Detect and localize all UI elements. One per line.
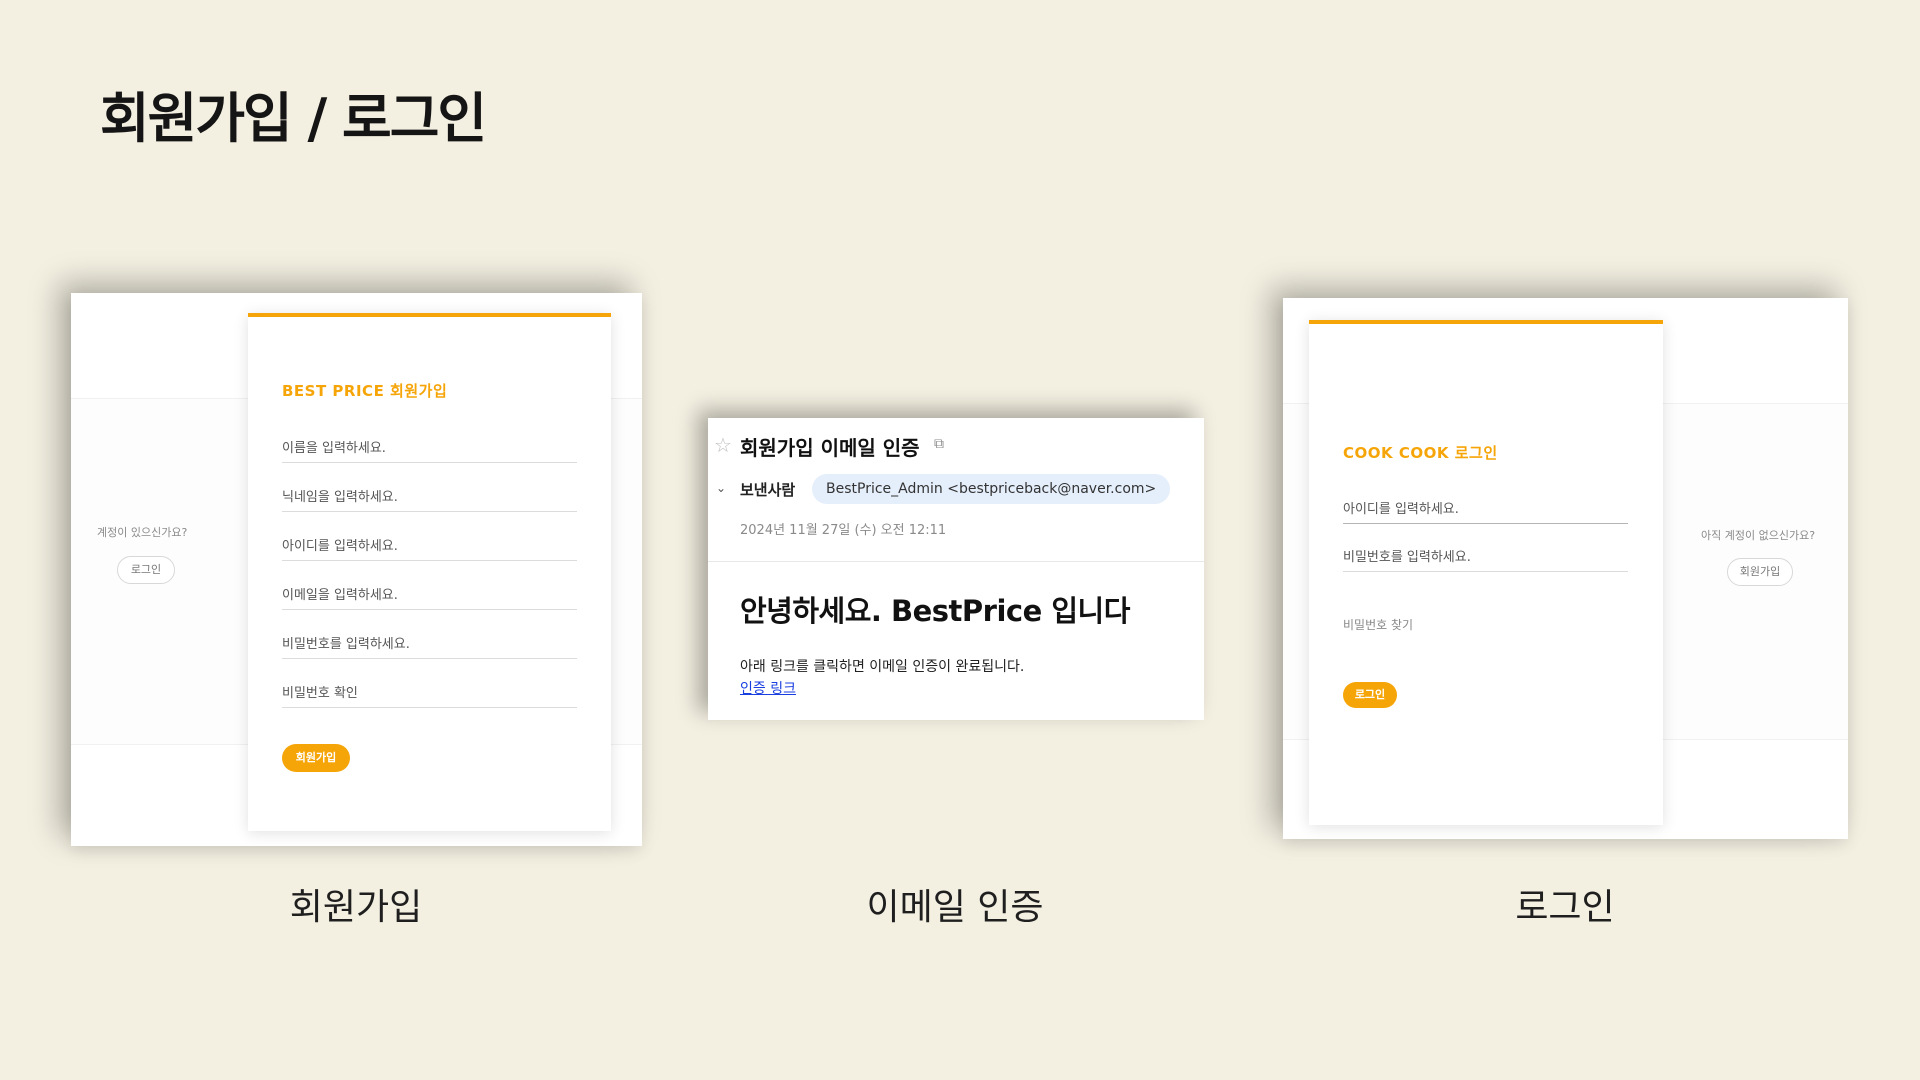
side-signup-button[interactable]: 회원가입: [1727, 558, 1793, 586]
chevron-down-icon[interactable]: ⌄: [716, 481, 726, 495]
mail-heading: 안녕하세요. BestPrice 입니다: [740, 594, 1130, 628]
id-input[interactable]: 아이디를 입력하세요.: [1343, 498, 1628, 524]
sender-chip[interactable]: BestPrice_Admin <bestpriceback@naver.com…: [812, 474, 1171, 504]
no-account-question: 아직 계정이 없으신가요?: [1701, 529, 1816, 542]
have-account-question: 계정이 있으신가요?: [97, 526, 188, 539]
star-icon[interactable]: ☆: [714, 433, 732, 457]
verification-link[interactable]: 인증 링크: [740, 678, 796, 698]
external-link-icon[interactable]: ⧉: [934, 436, 944, 452]
email-input[interactable]: 이메일을 입력하세요.: [282, 584, 577, 610]
id-input[interactable]: 아이디를 입력하세요.: [282, 535, 577, 561]
login-screenshot: 아직 계정이 없으신가요? 회원가입 COOK COOK 로그인 아이디를 입력…: [1283, 298, 1848, 839]
email-screenshot: ☆ 회원가입 이메일 인증 ⧉ ⌄ 보낸사람 BestPrice_Admin <…: [708, 418, 1204, 720]
sender-label: 보낸사람: [740, 481, 796, 499]
caption-signup: 회원가입: [289, 887, 423, 928]
login-title: COOK COOK 로그인: [1343, 444, 1498, 462]
login-button[interactable]: 로그인: [1343, 682, 1397, 708]
signup-screenshot: 계정이 있으신가요? 로그인 BEST PRICE 회원가입 이름을 입력하세요…: [71, 293, 642, 846]
signup-title: BEST PRICE 회원가입: [282, 382, 448, 400]
side-login-button[interactable]: 로그인: [117, 556, 175, 584]
caption-login: 로그인: [1515, 887, 1615, 928]
mail-date: 2024년 11월 27일 (수) 오전 12:11: [740, 523, 947, 538]
page-title: 회원가입 / 로그인: [100, 87, 487, 150]
login-card: COOK COOK 로그인 아이디를 입력하세요. 비밀번호를 입력하세요. 비…: [1309, 320, 1663, 825]
signup-button[interactable]: 회원가입: [282, 744, 350, 772]
password-confirm-input[interactable]: 비밀번호 확인: [282, 682, 577, 708]
caption-email: 이메일 인증: [866, 887, 1044, 928]
name-input[interactable]: 이름을 입력하세요.: [282, 437, 577, 463]
nickname-input[interactable]: 닉네임을 입력하세요.: [282, 486, 577, 512]
signup-card: BEST PRICE 회원가입 이름을 입력하세요. 닉네임을 입력하세요. 아…: [248, 313, 611, 831]
password-input[interactable]: 비밀번호를 입력하세요.: [282, 633, 577, 659]
find-password-link[interactable]: 비밀번호 찾기: [1343, 616, 1413, 633]
password-input[interactable]: 비밀번호를 입력하세요.: [1343, 546, 1628, 572]
divider: [708, 561, 1204, 562]
mail-subject: 회원가입 이메일 인증: [740, 436, 920, 460]
mail-body: 아래 링크를 클릭하면 이메일 인증이 완료됩니다.: [740, 659, 1025, 675]
